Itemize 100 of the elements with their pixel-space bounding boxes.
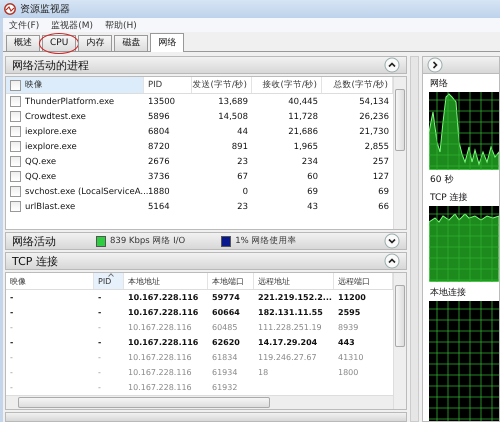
table-cell-text: 43 xyxy=(306,200,319,214)
table-cell-text: 59774 xyxy=(211,292,241,304)
tab[interactable]: 内存 xyxy=(78,35,112,51)
table-cell-text: 10.167.228.116 xyxy=(127,322,193,334)
checkbox[interactable] xyxy=(10,186,21,197)
table-cell-text: - xyxy=(9,352,14,364)
table-cell-text: 21,730 xyxy=(358,126,390,138)
section-header[interactable]: 网络活动的进程 xyxy=(5,56,407,74)
table-cell-text: 127 xyxy=(372,170,390,184)
table-cell: QQ.exe xyxy=(25,172,56,182)
table-cell-text: - xyxy=(9,292,14,304)
checkbox[interactable] xyxy=(10,141,21,152)
menu-item[interactable]: 监视器(M) xyxy=(51,18,93,32)
table-cell-text: 62620 xyxy=(211,337,241,349)
tab[interactable]: CPU xyxy=(42,35,76,51)
table-cell-text: 2,855 xyxy=(364,140,390,154)
table-cell-text: 2676 xyxy=(147,156,171,168)
table-cell-text: 182.131.11.55 xyxy=(257,307,324,319)
menu-item[interactable]: 文件(F) xyxy=(9,18,40,32)
column-header[interactable]: PID xyxy=(94,273,124,289)
vertical-scrollbar[interactable] xyxy=(393,273,406,409)
table-cell-text: 10.167.228.116 xyxy=(127,352,193,364)
table-cell-text: 443 xyxy=(337,337,356,349)
section-title: 网络活动的进程 xyxy=(12,58,89,72)
table-cell-text: 2595 xyxy=(337,307,362,319)
tab[interactable]: 概述 xyxy=(6,35,40,51)
checkbox[interactable] xyxy=(10,80,21,90)
table-cell: Crowdtest.exe xyxy=(25,112,86,122)
table-cell-text: - xyxy=(97,352,102,364)
table-cell-text: - xyxy=(9,337,14,349)
table-cell-text: - xyxy=(97,382,102,394)
splitter-handle[interactable] xyxy=(410,56,419,422)
horizontal-scrollbar[interactable] xyxy=(6,395,393,409)
tab[interactable]: 磁盘 xyxy=(114,35,148,51)
table-cell-text: 6804 xyxy=(147,126,171,138)
column-header[interactable]: 发送(字节/秒) xyxy=(192,77,252,93)
table-cell-text: 61834 xyxy=(211,352,238,364)
table-cell-text: 10.167.228.116 xyxy=(127,307,200,319)
vertical-scrollbar[interactable] xyxy=(393,77,406,229)
table-cell-text: 26,236 xyxy=(358,110,390,124)
table-cell-text: 44 xyxy=(236,126,249,138)
table-cell-text: 40,445 xyxy=(287,96,319,108)
table-cell-text: - xyxy=(9,367,14,379)
checkbox[interactable] xyxy=(10,96,21,107)
table-cell-text: 5164 xyxy=(147,200,171,214)
checkbox[interactable] xyxy=(10,201,21,212)
table-cell-text: 10.167.228.116 xyxy=(127,292,200,304)
legend-label: 839 Kbps 网络 I/O xyxy=(110,235,186,247)
column-header[interactable]: 本地地址 xyxy=(124,273,208,289)
table-cell-text: 8720 xyxy=(147,140,171,154)
table-cell-text: 119.246.27.67 xyxy=(257,352,318,364)
section-header[interactable]: TCP 连接 xyxy=(5,252,407,270)
table-cell-text: 60 xyxy=(306,170,319,184)
table-cell-text: 14,508 xyxy=(217,110,249,124)
table-cell-text: 11200 xyxy=(337,292,367,304)
section-title: TCP 连接 xyxy=(12,254,58,268)
table-cell-text: - xyxy=(9,322,14,334)
column-header[interactable]: 接收(字节/秒) xyxy=(252,77,322,93)
table-cell: QQ.exe xyxy=(25,156,56,166)
collapse-icon[interactable] xyxy=(384,253,400,269)
table-cell: svchost.exe (LocalServiceA... xyxy=(25,186,148,196)
table-cell-text: 10.167.228.116 xyxy=(127,337,200,349)
table-cell: ThunderPlatform.exe xyxy=(25,96,114,106)
table-cell-text: - xyxy=(97,367,102,379)
table-cell-text: 10.167.228.116 xyxy=(127,382,193,394)
graph-label: TCP 连接 xyxy=(429,192,469,205)
app-icon xyxy=(4,3,16,15)
table-cell-text: - xyxy=(9,307,14,319)
table-cell-text: 221.219.152.2... xyxy=(257,292,333,304)
section-header[interactable]: 网络活动 839 Kbps 网络 I/O 1% 网络使用率 xyxy=(5,232,407,250)
table-cell-text: 18 xyxy=(257,367,270,379)
graph-label: 本地连接 xyxy=(429,286,467,300)
checkbox[interactable] xyxy=(10,156,21,167)
table-cell-text: 61934 xyxy=(211,367,238,379)
table-cell-text: 69 xyxy=(306,186,319,198)
legend-label: 1% 网络使用率 xyxy=(235,235,296,247)
checkbox[interactable] xyxy=(10,126,21,137)
table-cell-text: - xyxy=(97,307,102,319)
table-cell-text: 13500 xyxy=(147,96,176,108)
table-cell-text: 5896 xyxy=(147,110,171,124)
table-cell-text: - xyxy=(97,322,102,334)
table-cell-text: 13,689 xyxy=(217,96,249,108)
expand-icon[interactable] xyxy=(384,233,400,249)
section-header[interactable] xyxy=(5,412,407,422)
table-cell-text: 41310 xyxy=(337,352,364,364)
checkbox[interactable] xyxy=(10,171,21,182)
table-cell-text: 11,728 xyxy=(287,110,319,124)
table-cell-text: 21,686 xyxy=(287,126,319,138)
menu-item[interactable]: 帮助(H) xyxy=(105,18,137,32)
column-header[interactable]: PID xyxy=(144,77,192,93)
column-header[interactable]: 本地端口 xyxy=(208,273,254,289)
table-cell-text: 1,965 xyxy=(292,140,319,154)
checkbox[interactable] xyxy=(10,111,21,122)
table-cell-text: 23 xyxy=(236,200,249,214)
table-cell-text: 54,134 xyxy=(358,96,390,108)
expand-icon[interactable] xyxy=(427,57,443,73)
time-label: 60 秒 xyxy=(429,174,454,187)
collapse-icon[interactable] xyxy=(384,57,400,73)
column-header[interactable]: 远程地址 xyxy=(254,273,334,289)
tab[interactable]: 网络 xyxy=(150,33,184,52)
